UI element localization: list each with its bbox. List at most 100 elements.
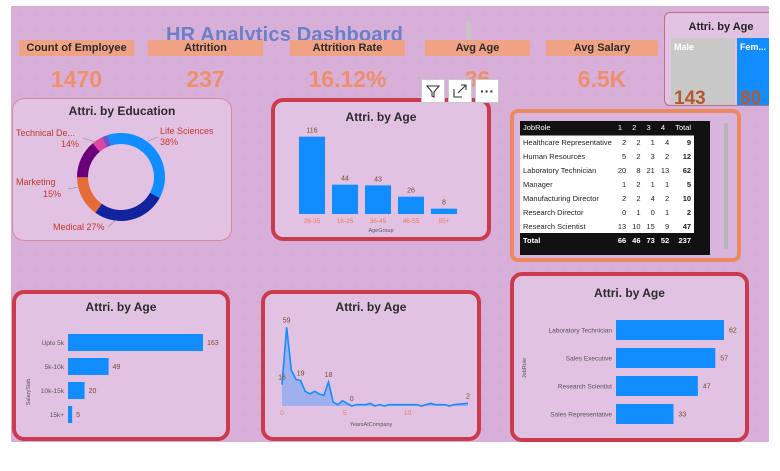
donut-segment-technical-degree[interactable]: [77, 143, 100, 178]
matrix-header-cell[interactable]: 2: [629, 121, 644, 136]
matrix-cell: 62: [672, 163, 695, 177]
female-tile[interactable]: Fem... 80: [737, 38, 769, 106]
filter-icon: [426, 85, 440, 98]
years-line[interactable]: [281, 327, 469, 407]
age-bar[interactable]: [365, 185, 391, 214]
kpi-label-attrition-rate: Attrition Rate: [290, 40, 405, 56]
matrix-total-cell: Total: [523, 235, 541, 245]
matrix-cell: 12: [672, 149, 695, 163]
jobrole-bar-chart-svg: Laboratory Technician 62 Sales Executive 57…: [522, 320, 737, 424]
jobrole-bar-value: 33: [678, 412, 686, 419]
years-tick-label: 10: [404, 410, 412, 417]
matrix-scrollbar[interactable]: [724, 123, 728, 249]
female-label: Fem...: [740, 42, 767, 52]
matrix-cell: 1: [657, 177, 673, 191]
years-tick-label: 0: [280, 410, 284, 417]
matrix-cell: 1: [643, 135, 658, 149]
years-chart-svg: 165919 180 20 5 10YearsAtCompany: [278, 317, 470, 428]
years-chart-card[interactable]: Attri. by Age 16 59 19 18 0 2 0 5 10 YearsAtCompa…: [261, 290, 481, 441]
female-value: 80: [740, 88, 762, 106]
matrix-header-cell[interactable]: 3: [643, 121, 658, 136]
matrix-cell: 4: [643, 191, 658, 205]
salary-chart-svg: Upto 5k 163 5k-10k 49 10k-15k 20 15k+ 5 SalarySl…: [26, 334, 219, 423]
label-life-sciences: Life Sciences: [160, 126, 214, 136]
age-tick-label: 55+: [438, 218, 449, 225]
jobrole-bar[interactable]: [616, 404, 674, 424]
matrix-row-label: Research Director: [520, 205, 615, 219]
more-options-button[interactable]: ···: [475, 79, 499, 103]
jobrole-matrix-card[interactable]: JobRole 1 2 3 4 Total Healthcare Representati…: [510, 109, 741, 262]
kpi-value-count: 1470: [50, 66, 103, 92]
matrix-row-label: Research Scientist: [520, 219, 615, 233]
age-bar[interactable]: [332, 184, 358, 214]
age-bar[interactable]: [299, 136, 325, 214]
matrix-row[interactable]: Manager 1 2 1 1 5: [520, 177, 695, 191]
salary-bar[interactable]: [68, 358, 109, 375]
focus-mode-button[interactable]: [448, 79, 472, 103]
matrix-cell: 5: [614, 149, 630, 163]
matrix-row[interactable]: Healthcare Representative 2 2 1 4 9: [520, 135, 695, 149]
jobrole-bar-chart-card[interactable]: Attri. by Age Laboratory Technician 62 Sal…: [510, 272, 749, 442]
matrix-row[interactable]: Laboratory Technician 20 8 21 13 62: [520, 163, 695, 177]
age-bar[interactable]: [431, 208, 457, 214]
focus-mode-icon: [453, 84, 467, 98]
salary-bar-value: 163: [207, 340, 219, 347]
education-donut-card[interactable]: Attri. by Education Life Sciences 38% Te…: [12, 98, 232, 241]
salary-bar[interactable]: [68, 334, 203, 351]
male-tile[interactable]: Male 143: [671, 38, 735, 106]
matrix-cell: 2: [614, 191, 630, 205]
matrix-total-row: Total 66 46 73 52 237: [520, 233, 694, 247]
jobrole-bar-value: 62: [729, 328, 737, 335]
matrix-row[interactable]: Manufacturing Director 2 2 4 2 10: [520, 191, 695, 205]
matrix-cell: 9: [672, 135, 695, 149]
years-axis-label: YearsAtCompany: [350, 422, 393, 428]
years-tick-label: 5: [343, 410, 347, 417]
matrix-cell: 10: [629, 219, 644, 233]
jobrole-tick-label: Sales Representative: [550, 412, 612, 419]
salary-bar[interactable]: [68, 406, 73, 423]
matrix-header-cell[interactable]: Total: [672, 121, 695, 136]
matrix-cell: 2: [657, 149, 673, 163]
salary-bar-value: 20: [89, 388, 97, 395]
age-bar-value: 43: [374, 176, 382, 183]
donut-segment-marketing[interactable]: [77, 177, 102, 213]
jobrole-bar[interactable]: [616, 348, 716, 368]
age-bar[interactable]: [398, 196, 424, 214]
matrix-cell: 15: [643, 219, 658, 233]
donut-segment-medical[interactable]: [95, 192, 160, 222]
donut-segment-life-sciences[interactable]: [107, 133, 165, 198]
kpi-value-attrition: 237: [186, 66, 225, 92]
male-value: 143: [674, 88, 706, 106]
matrix-table-area: JobRole 1 2 3 4 Total Healthcare Representati…: [520, 121, 710, 255]
matrix-cell: 21: [643, 163, 658, 177]
matrix-header-cell[interactable]: 4: [657, 121, 673, 136]
label-marketing-pct: 15%: [43, 189, 61, 199]
scrollbar-thumb[interactable]: [466, 22, 471, 42]
jobrole-tick-label: Laboratory Technician: [549, 328, 613, 335]
age-group-chart-card[interactable]: Attri. by Age 116 26-35 44 18-25 43 36-45 26 46…: [271, 98, 491, 241]
matrix-row[interactable]: Research Director 0 1 0 1 2: [520, 205, 695, 219]
salary-bar[interactable]: [68, 382, 85, 399]
filter-button[interactable]: [421, 79, 445, 103]
matrix-cell: 0: [643, 205, 658, 219]
matrix-row[interactable]: Human Resources 5 2 3 2 12: [520, 149, 695, 163]
jobrole-bar[interactable]: [616, 320, 724, 340]
matrix-row-label: Manager: [520, 177, 615, 191]
matrix-cell: 13: [614, 219, 630, 233]
dashboard-canvas: HR Analytics Dashboard Count of Employee…: [11, 6, 769, 442]
jobrole-bar-value: 57: [720, 356, 728, 363]
gender-card[interactable]: Attri. by Age Male 143 Fem... 80: [664, 12, 769, 106]
matrix-header-cell[interactable]: 1: [614, 121, 630, 136]
matrix-cell: 13: [657, 163, 673, 177]
salary-chart-card[interactable]: Attri. by Age Upto 5k 163 5k-10k 49 10k-15k 2…: [12, 290, 230, 441]
matrix-row-label: Manufacturing Director: [520, 191, 615, 205]
matrix-header-cell[interactable]: JobRole: [520, 121, 615, 136]
matrix-cell: 3: [643, 149, 658, 163]
salary-bar-value: 5: [76, 412, 80, 419]
age-bar-value: 26: [407, 188, 415, 195]
matrix-cell: 2: [629, 149, 644, 163]
matrix-total-cell: 237: [678, 235, 692, 245]
jobrole-bar[interactable]: [616, 376, 698, 396]
matrix-total-cell: 52: [660, 235, 670, 245]
matrix-row[interactable]: Research Scientist 13 10 15 9 47: [520, 219, 695, 233]
